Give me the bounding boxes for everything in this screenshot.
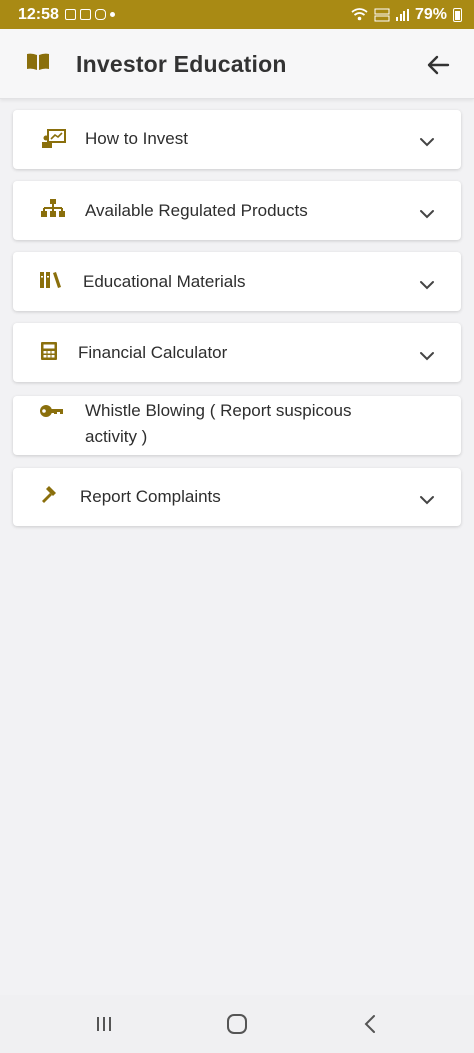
menu-item-financial-calculator[interactable]: Financial Calculator (13, 323, 461, 382)
volte-icon (374, 8, 390, 21)
status-bar: 12:58 79% (0, 0, 474, 29)
teams-icon (94, 9, 106, 20)
wifi-icon (351, 8, 369, 21)
book-icon (27, 53, 49, 70)
status-left: 12:58 (18, 6, 115, 24)
menu-item-label: Report Complaints (80, 487, 221, 506)
chevron-down-icon[interactable] (419, 492, 435, 508)
menu-item-label: Available Regulated Products (85, 201, 308, 220)
app-bar: Investor Education (0, 29, 474, 99)
status-right: 79% (351, 6, 462, 24)
status-time: 12:58 (18, 5, 59, 23)
signal-icon (396, 8, 409, 21)
more-notifications-icon (109, 12, 115, 17)
recent-apps-icon (97, 1017, 111, 1031)
calculator-icon (36, 340, 62, 362)
menu-item-label-line1: Whistle Blowing ( Report suspicous (85, 401, 352, 420)
presentation-chart-icon (41, 128, 67, 150)
page-title: Investor Education (76, 51, 287, 77)
home-icon (227, 1014, 247, 1034)
chevron-down-icon[interactable] (419, 348, 435, 364)
menu-item-label-line2: activity ) (85, 427, 148, 446)
menu-item-report-complaints[interactable]: Report Complaints (13, 468, 461, 526)
gavel-icon (37, 484, 63, 506)
recent-apps-button[interactable] (84, 1004, 124, 1044)
menu-item-label: How to Invest (85, 129, 188, 148)
notification-icon (64, 9, 76, 20)
system-nav-bar (0, 995, 474, 1053)
menu-item-label: Educational Materials (83, 272, 246, 291)
key-icon (39, 401, 65, 423)
chevron-down-icon[interactable] (419, 277, 435, 293)
books-icon (38, 269, 64, 291)
menu-item-whistle-blowing[interactable]: Whistle Blowing ( Report suspicous activ… (13, 396, 461, 455)
battery-icon (453, 7, 462, 22)
battery-percent: 79% (414, 5, 447, 23)
sitemap-icon (40, 198, 66, 220)
menu-item-regulated-products[interactable]: Available Regulated Products (13, 181, 461, 240)
message-icon (79, 9, 91, 20)
menu-item-how-to-invest[interactable]: How to Invest (13, 110, 461, 169)
chevron-down-icon[interactable] (419, 206, 435, 222)
chevron-down-icon[interactable] (419, 134, 435, 150)
menu-item-label: Financial Calculator (78, 343, 228, 362)
menu-item-label: Whistle Blowing ( Report suspicous activ… (85, 398, 351, 450)
status-notification-icons (64, 9, 115, 20)
home-button[interactable] (217, 1004, 257, 1044)
nav-back-button[interactable] (350, 1004, 390, 1044)
back-button[interactable] (420, 47, 456, 83)
back-icon (364, 1015, 375, 1033)
menu-item-educational-materials[interactable]: Educational Materials (13, 252, 461, 311)
arrow-left-icon (427, 55, 450, 75)
